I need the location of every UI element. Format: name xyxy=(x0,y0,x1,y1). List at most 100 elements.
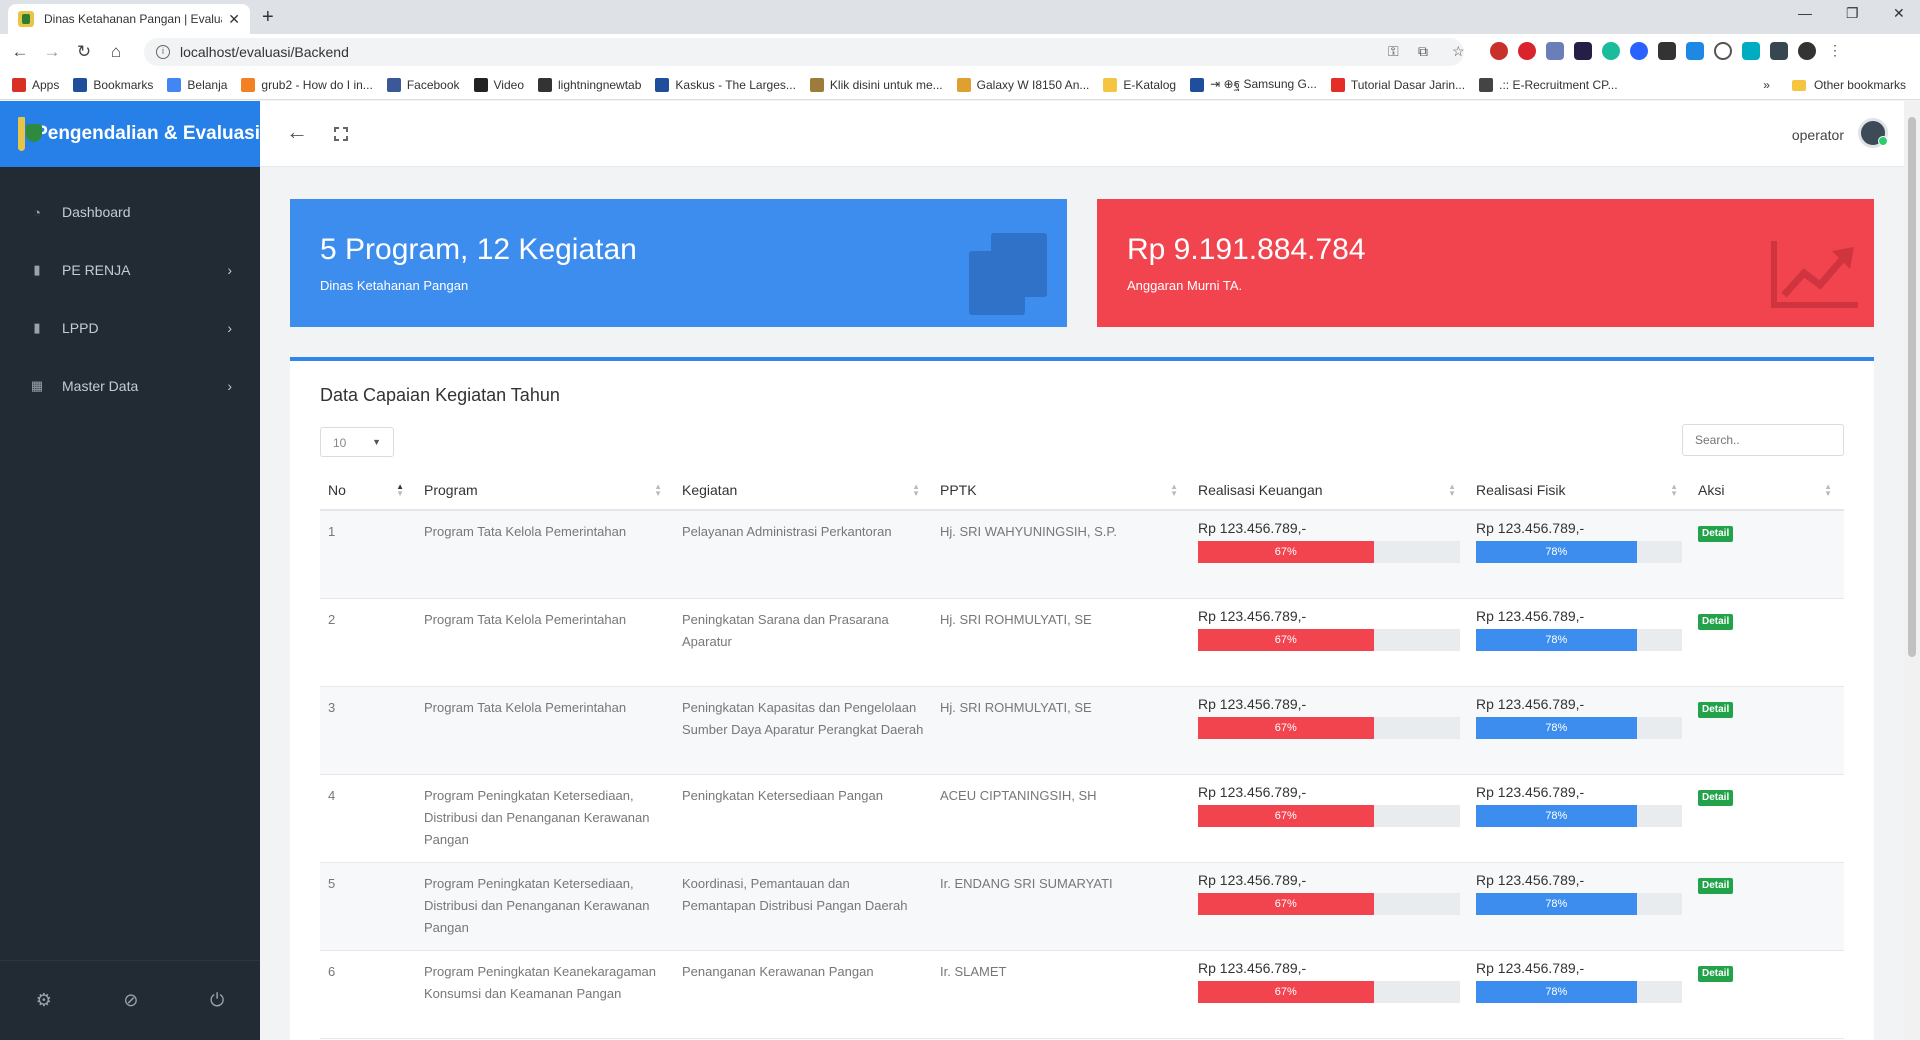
back-arrow-icon[interactable]: ← xyxy=(8,42,32,62)
bookmark-label: Belanja xyxy=(187,77,228,92)
bookmark-item[interactable]: Galaxy W I8150 An... xyxy=(956,77,1089,92)
cell-realisasi-keuangan: Rp 123.456.789,- 67% xyxy=(1190,686,1468,775)
cell-realisasi-fisik: Rp 123.456.789,- 78% xyxy=(1468,686,1690,775)
bookmark-item[interactable]: grub2 - How do I in... xyxy=(241,77,373,92)
detail-button[interactable]: Detail xyxy=(1698,965,1734,982)
site-info-icon[interactable]: i xyxy=(156,45,170,59)
column-header-aksi[interactable]: Aksi ▲ ▼ xyxy=(1690,470,1844,511)
username-label[interactable]: operator xyxy=(1792,127,1844,143)
bookmark-favicon-icon xyxy=(1190,77,1205,92)
browser-menu-icon[interactable]: ⋮ xyxy=(1826,42,1844,60)
keuangan-progress-bar: 67% xyxy=(1198,628,1460,651)
program-card-subtitle: Dinas Ketahanan Pangan xyxy=(320,278,469,293)
column-header-program[interactable]: Program ▲ ▼ xyxy=(416,470,674,511)
column-header-realisasi-keuangan[interactable]: Realisasi Keuangan ▲ ▼ xyxy=(1190,470,1468,511)
detail-button[interactable]: Detail xyxy=(1698,613,1734,630)
bookmark-item[interactable]: Bookmarks xyxy=(73,77,153,92)
browser-tab[interactable]: Dinas Ketahanan Pangan | Evaluasi ✕ xyxy=(8,4,250,34)
brand-header[interactable]: Pengendalian & Evaluasi xyxy=(0,101,260,167)
opera-extension-icon[interactable] xyxy=(1518,42,1536,60)
blue-extension-icon[interactable] xyxy=(1630,42,1648,60)
bookmark-favicon-icon xyxy=(956,77,971,92)
bookmarks-bar: Apps Bookmarks Belanja grub2 - How do I … xyxy=(0,70,1920,100)
reload-icon[interactable]: ↻ xyxy=(72,42,96,62)
bookmarks-overflow-icon[interactable]: » xyxy=(1763,78,1770,92)
avatar[interactable] xyxy=(1858,118,1888,148)
briefcase-extension-icon[interactable] xyxy=(1770,42,1788,60)
sidebar-item-lppd[interactable]: ▮ LPPD › xyxy=(0,299,260,357)
sidebar-item-dashboard[interactable]: ◔ Dashboard xyxy=(0,183,260,241)
bookmark-item[interactable]: Facebook xyxy=(386,77,460,92)
sort-icon: ▲ ▼ xyxy=(1170,482,1178,498)
column-header-pptk[interactable]: PPTK ▲ ▼ xyxy=(932,470,1190,511)
fullscreen-icon[interactable] xyxy=(333,126,349,142)
close-window-icon[interactable]: ✕ xyxy=(1893,5,1905,22)
settings-gear-icon[interactable]: ⚙ xyxy=(36,990,52,1011)
detail-button[interactable]: Detail xyxy=(1698,877,1734,894)
php-extension-icon[interactable] xyxy=(1546,42,1564,60)
bookmark-favicon-icon xyxy=(12,77,26,92)
address-bar[interactable]: i localhost/evaluasi/Backend xyxy=(144,38,1464,66)
bookmark-favicon-icon xyxy=(167,77,182,92)
bookmark-item[interactable]: .:: E-Recruitment CP... xyxy=(1479,77,1618,92)
power-logout-icon[interactable]: ⏻ xyxy=(210,990,224,1011)
m-extension-icon[interactable] xyxy=(1602,42,1620,60)
screen-extension-icon[interactable] xyxy=(1742,42,1760,60)
cell-pptk: ACEU CIPTANINGSIH, SH xyxy=(932,774,1190,863)
chevron-right-icon: › xyxy=(227,378,232,394)
forward-arrow-icon[interactable]: → xyxy=(40,42,64,62)
back-arrow-icon[interactable]: ← xyxy=(286,119,308,145)
bookmark-label: grub2 - How do I in... xyxy=(261,77,373,92)
other-bookmarks-link[interactable]: Other bookmarks xyxy=(1814,78,1906,92)
cell-no: 3 xyxy=(320,686,416,775)
bookmark-item[interactable]: Tutorial Dasar Jarin... xyxy=(1330,77,1465,92)
bookmark-item[interactable]: Klik disini untuk me... xyxy=(809,77,943,92)
home-icon[interactable]: ⌂ xyxy=(104,42,128,62)
bookmark-favicon-icon xyxy=(241,77,256,92)
detail-button[interactable]: Detail xyxy=(1698,526,1734,542)
star-bookmark-icon[interactable]: ☆ xyxy=(1452,43,1465,60)
detail-button[interactable]: Detail xyxy=(1698,701,1734,718)
bookmark-item[interactable]: E-Katalog xyxy=(1103,77,1176,92)
fisik-progress-bar: 78% xyxy=(1476,892,1682,915)
bookmark-item[interactable]: Video xyxy=(473,77,524,92)
progress-fill: 67% xyxy=(1198,804,1374,827)
data-panel: Data Capaian Kegiatan Tahun 10 ▼ No ▲▼ Pr… xyxy=(290,357,1874,1040)
cell-program: Program Tata Kelola Pemerintahan xyxy=(416,686,674,775)
keuangan-progress-bar: 67% xyxy=(1198,541,1460,563)
adblock-extension-icon[interactable] xyxy=(1490,42,1508,60)
sidebar-item-master-data[interactable]: ▦ Master Data › xyxy=(0,357,260,415)
clipboard-extension-icon[interactable] xyxy=(1658,42,1676,60)
hide-eye-icon[interactable]: ⊘ xyxy=(123,990,138,1011)
detail-button[interactable]: Detail xyxy=(1698,789,1734,806)
bookmark-item[interactable]: ⇥ ⊕ฐ Samsung G... xyxy=(1190,75,1317,94)
shield-extension-icon[interactable] xyxy=(1714,42,1732,60)
bookmark-item[interactable]: Belanja xyxy=(167,77,228,92)
restore-window-icon[interactable]: ❐ xyxy=(1846,5,1859,22)
sidebar-item-label: LPPD xyxy=(62,320,99,336)
column-header-realisasi-fisik[interactable]: Realisasi Fisik ▲ ▼ xyxy=(1468,470,1690,511)
p-extension-icon[interactable] xyxy=(1574,42,1592,60)
key-icon[interactable]: ⚿ xyxy=(1388,43,1399,60)
bookmark-item[interactable]: Apps xyxy=(12,77,59,92)
cell-program: Program Tata Kelola Pemerintahan xyxy=(416,510,674,599)
column-header-kegiatan[interactable]: Kegiatan ▲ ▼ xyxy=(674,470,932,511)
column-header-no[interactable]: No ▲ ▼ xyxy=(320,470,416,511)
page-size-select[interactable]: 10 ▼ xyxy=(320,427,394,457)
search-input[interactable] xyxy=(1682,424,1844,456)
progress-fill: 78% xyxy=(1476,541,1637,563)
translate-icon[interactable]: ⧉ xyxy=(1418,43,1428,60)
page-scrollbar[interactable] xyxy=(1904,101,1920,1040)
profile-avatar-icon[interactable] xyxy=(1798,42,1816,60)
cell-no: 1 xyxy=(320,510,416,599)
new-extension-icon[interactable] xyxy=(1686,42,1704,60)
minimize-window-icon[interactable]: — xyxy=(1798,5,1812,21)
bookmark-favicon-icon xyxy=(473,77,488,92)
new-tab-icon[interactable]: + xyxy=(262,6,274,29)
sidebar-item-pe-renja[interactable]: ▮ PE RENJA › xyxy=(0,241,260,299)
bookmark-item[interactable]: Kaskus - The Larges... xyxy=(655,77,796,92)
bookmark-item[interactable]: lightningnewtab xyxy=(538,77,641,92)
close-tab-icon[interactable]: ✕ xyxy=(228,11,240,28)
bookmark-label: .:: E-Recruitment CP... xyxy=(1499,77,1618,92)
scrollbar-thumb[interactable] xyxy=(1908,117,1916,657)
